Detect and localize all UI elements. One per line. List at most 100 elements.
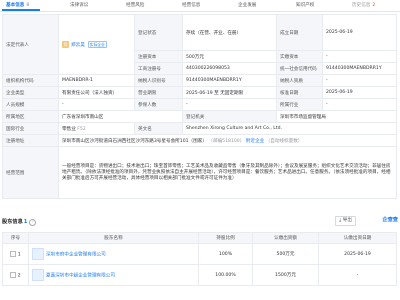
staff-value: - [58,98,135,111]
tab-label: 经营风险 [126,3,145,8]
reg-status-label: 登记状态 [134,14,183,51]
download-icon: ⤓ [339,218,342,223]
ratio: 100% [198,243,253,265]
tab-basic-info[interactable]: 基本信息 8 [6,2,29,8]
address-value: 深圳市南山区沙河街道白石洲西社区沙河东路3号星号会所101（围家） [62,138,207,144]
avatar: 郑 [62,41,69,48]
date: - [318,264,397,286]
company-type-label: 企业类型 [2,86,59,99]
table-row[interactable]: 1 深圳市府中企业管理有限公司 100% 500万元 2025-06-19 [2,243,397,265]
est-date-label: 成立日期 [276,14,323,51]
section-count: 1 [23,219,28,225]
column-header: 股东名称 [28,232,199,244]
shareholder-name[interactable]: 夏嘉深圳市中超企业管理有限公司 [46,274,115,279]
tab-label: 历史信息 [352,3,371,8]
ratio: 100.00% [198,264,253,286]
company-info-table: 法定代表人 郑郑云昊 实际企业 登记状态 存续（在营、开业、在册） 成立日期 20… [2,14,397,199]
taxpayer-id-value: 91440300MAENBDRR1Y [182,74,277,87]
legal-rep-tag[interactable]: 实际企业 [87,41,107,48]
row-index-cell: 2 [2,264,29,286]
credit-code-value: 91440300MAENBDRR1Y [322,62,397,75]
approval-date-label: 核准日期 [276,86,323,99]
legal-rep-label: 法定代表人 [2,14,59,75]
shareholder-name[interactable]: 深圳市府中企业管理有限公司 [46,253,106,258]
address-tail: （自动线标量数） [265,138,303,144]
tab-label: 企业发展 [238,3,257,8]
industry-label: 所属行业 [276,98,323,111]
shareholder-cell: 夏嘉深圳市中超企业管理有限公司 [28,264,199,286]
export-button[interactable]: ⤓ 导出 [335,216,356,226]
column-header: 持股比例 [198,232,253,244]
taxpayer-quality-value: - [322,74,397,87]
scope-value: 一般经营项目是：货物进出口；技术进出口；珠宝首饰零售；工艺美术品及收藏品零售（象… [58,146,397,199]
reg-no-value: 440300226098053 [182,62,277,75]
amount: 1500万元 [252,264,319,286]
tab-count: 8 [26,3,30,8]
company-logo-icon [32,248,44,260]
reg-no-label: 工商注册号 [134,62,183,75]
authority-label: 登记机关 [182,110,277,123]
column-header: 认缴出资日期 [318,232,397,244]
company-logo-icon [32,269,44,281]
export-label: 导出 [342,218,352,223]
nearby-link[interactable]: 附近企业 [246,139,264,144]
tab-development[interactable]: 企业发展 [238,2,256,8]
tab-count: 2 [372,3,376,8]
row-index-cell: 1 [2,243,29,265]
row-checkbox[interactable] [10,271,17,278]
approval-date-value: 2025-06-19 [322,86,397,99]
term-value: 2025-06-19 至 无固定期限 [182,86,277,99]
date: 2025-06-19 [318,243,397,265]
en-name-value: Shenzhen Xirong Culture and Art Co., Ltd… [182,122,397,135]
address-postcode: （邮编518100） [208,138,245,144]
credit-code-label: 统一社会信用代码 [276,62,323,75]
tab-legal[interactable]: 法律诉讼 [70,2,88,8]
row-index: 2 [17,273,21,279]
term-label: 营业期限 [134,86,183,99]
import-label: 国际行业 [2,122,59,135]
import-code: F52 [77,126,86,132]
shareholder-table: 序号 股东名称 持股比例 认缴出资额 认缴出资日期 1 深圳市府中企业管理有限公… [2,232,397,286]
org-code-value: MAENBDRR-1 [58,74,135,87]
row-checkbox[interactable] [10,250,17,257]
shareholder-cell: 深圳市府中企业管理有限公司 [28,243,199,265]
tab-bar: 基本信息 8 法律诉讼 经营风险 经营信息 企业发展 知识产权 历史信息 2 [0,0,400,12]
org-code-label: 组织机构代码 [2,74,59,87]
est-date-value: 2025-06-19 [322,14,397,51]
tab-label: 法律诉讼 [70,3,89,8]
tab-risk[interactable]: 经营风险 [126,2,144,8]
column-header: 序号 [2,232,29,244]
table-row[interactable]: 2 夏嘉深圳市中超企业管理有限公司 100.00% 1500万元 - [2,264,397,286]
column-header: 认缴出资额 [252,232,319,244]
amount: 500万元 [252,243,319,265]
reg-capital-label: 注册资本 [134,50,183,63]
legal-rep-name[interactable]: 郑云昊 [71,43,85,48]
taxpayer-id-label: 纳税人识别号 [134,74,183,87]
reg-status-value: 存续（在营、开业、在册） [182,14,277,51]
active-tab-indicator [2,9,40,11]
help-icon[interactable]: ? [29,219,37,226]
import-cell: 零售业 F52 [58,122,135,135]
tab-operation[interactable]: 经营信息 [182,2,200,8]
address-label: 注册地址 [2,134,59,147]
shareholder-header: 股东信息1? ⤓ 导出 企查查 [2,216,398,228]
tab-label: 经营信息 [182,3,201,8]
section-title-text: 股东信息 [2,219,23,225]
insured-value: - [182,98,277,111]
tab-history[interactable]: 历史信息 2 [352,2,375,8]
tab-label: 基本信息 [6,3,25,8]
industry-value: - [322,98,397,111]
brand-logo: 企查查 [382,217,398,223]
region-value: 广东省深圳市南山区 [58,110,183,123]
section-title: 股东信息1? [2,218,37,226]
insured-label: 参保人数 [134,98,183,111]
row-index: 1 [17,252,21,258]
scope-label: 经营范围 [2,146,59,199]
authority-value: 深圳市市场监督管理局 [276,110,397,123]
address-cell: 深圳市南山区沙河街道白石洲西社区沙河东路3号星号会所101（围家） （邮编518… [58,134,397,147]
region-label: 所属地区 [2,110,59,123]
tab-ip[interactable]: 知识产权 [296,2,314,8]
taxpayer-quality-label: 纳税人资质 [276,74,323,87]
legal-rep-cell: 郑郑云昊 实际企业 [58,14,135,75]
reg-capital-value: 500万元 [182,50,277,63]
